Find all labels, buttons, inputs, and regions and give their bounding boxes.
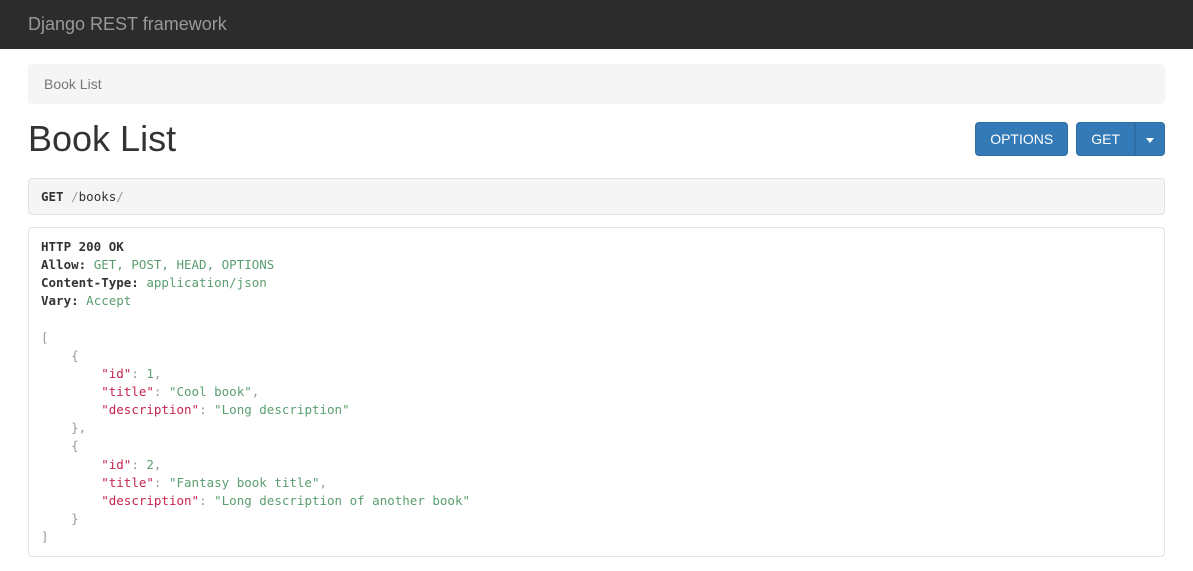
json-value: "Fantasy book title" bbox=[169, 475, 320, 490]
json-brace: { bbox=[71, 438, 79, 453]
json-brace: { bbox=[71, 348, 79, 363]
json-brace: } bbox=[71, 420, 79, 435]
response-header-value: application/json bbox=[146, 275, 266, 290]
json-key: "title" bbox=[101, 475, 154, 490]
button-group: OPTIONS GET bbox=[975, 122, 1165, 156]
get-button[interactable]: GET bbox=[1076, 122, 1135, 156]
get-dropdown-toggle[interactable] bbox=[1135, 122, 1165, 156]
get-button-split: GET bbox=[1076, 122, 1165, 156]
request-info: GET /books/ bbox=[28, 178, 1165, 215]
json-value: 2 bbox=[146, 457, 154, 472]
page-title: Book List bbox=[28, 118, 176, 160]
json-brace: } bbox=[71, 511, 79, 526]
path-separator: / bbox=[71, 189, 79, 204]
json-value: "Long description" bbox=[214, 402, 349, 417]
response-header-value: GET, POST, HEAD, OPTIONS bbox=[94, 257, 275, 272]
request-method: GET bbox=[41, 189, 64, 204]
navbar: Django REST framework bbox=[0, 0, 1193, 49]
response-header-name: Content-Type: bbox=[41, 275, 139, 290]
json-value: 1 bbox=[146, 366, 154, 381]
json-key: "description" bbox=[101, 493, 199, 508]
request-path-segment: books bbox=[79, 189, 117, 204]
breadcrumb: Book List bbox=[28, 64, 1165, 104]
page-header: Book List OPTIONS GET bbox=[28, 118, 1165, 160]
json-key: "title" bbox=[101, 384, 154, 399]
json-key: "id" bbox=[101, 457, 131, 472]
response-panel: HTTP 200 OK Allow: GET, POST, HEAD, OPTI… bbox=[28, 227, 1165, 557]
options-button[interactable]: OPTIONS bbox=[975, 122, 1068, 156]
breadcrumb-current: Book List bbox=[44, 76, 102, 92]
response-header-value: Accept bbox=[86, 293, 131, 308]
path-separator: / bbox=[116, 189, 124, 204]
response-header-name: Vary: bbox=[41, 293, 79, 308]
response-header-name: Allow: bbox=[41, 257, 86, 272]
json-bracket: ] bbox=[41, 529, 49, 544]
json-key: "id" bbox=[101, 366, 131, 381]
navbar-brand[interactable]: Django REST framework bbox=[28, 14, 227, 35]
caret-down-icon bbox=[1146, 138, 1154, 143]
json-value: "Long description of another book" bbox=[214, 493, 470, 508]
response-status: HTTP 200 OK bbox=[41, 239, 124, 254]
json-value: "Cool book" bbox=[169, 384, 252, 399]
json-bracket: [ bbox=[41, 330, 49, 345]
json-key: "description" bbox=[101, 402, 199, 417]
